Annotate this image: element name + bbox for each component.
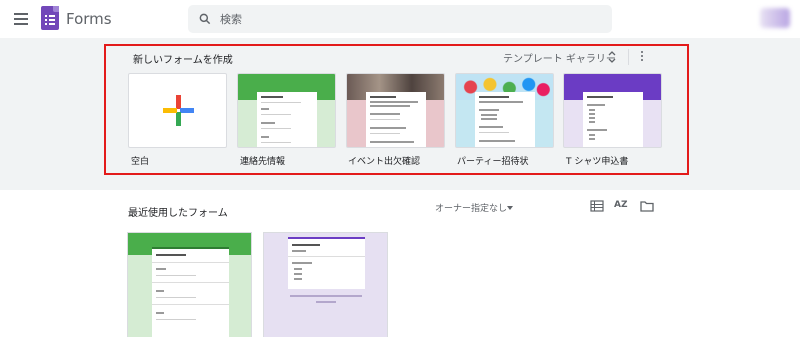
recent-form-card[interactable] xyxy=(127,232,252,337)
recent-forms-title: 最近使用したフォーム xyxy=(128,208,228,219)
search-box[interactable] xyxy=(188,5,612,33)
forms-logo-icon[interactable] xyxy=(41,6,59,30)
search-input[interactable] xyxy=(220,10,580,28)
app-title[interactable]: Forms xyxy=(66,10,112,28)
dropdown-caret-icon[interactable] xyxy=(507,206,513,210)
list-view-icon[interactable] xyxy=(590,200,604,212)
template-label-contact-info[interactable]: 連絡先情報 xyxy=(240,154,285,167)
template-label-event-rsvp[interactable]: イベント出欠確認 xyxy=(348,154,420,167)
folder-icon[interactable] xyxy=(640,200,654,212)
template-label-tshirt-signup[interactable]: T シャツ申込書 xyxy=(566,154,628,167)
account-avatar[interactable] xyxy=(760,8,790,28)
owner-filter-dropdown[interactable]: オーナー指定なし xyxy=(435,201,507,214)
template-gallery-button[interactable]: テンプレート ギャラリー xyxy=(503,50,616,65)
template-event-rsvp[interactable] xyxy=(346,73,445,148)
template-label-blank[interactable]: 空白 xyxy=(131,154,149,167)
search-icon[interactable] xyxy=(198,12,212,26)
unfold-more-icon[interactable] xyxy=(608,51,616,63)
top-app-bar: Forms xyxy=(0,0,800,38)
template-label-party-invite[interactable]: パーティー招待状 xyxy=(457,154,528,167)
template-party-invite[interactable] xyxy=(455,73,554,148)
divider xyxy=(628,49,629,65)
hamburger-menu-icon[interactable] xyxy=(14,13,28,25)
template-contact-info[interactable] xyxy=(237,73,336,148)
plus-icon xyxy=(163,95,194,126)
template-tshirt-signup[interactable] xyxy=(563,73,662,148)
more-vert-icon[interactable] xyxy=(639,51,645,63)
new-form-section-title: 新しいフォームを作成 xyxy=(133,55,233,66)
recent-form-card[interactable] xyxy=(263,232,388,337)
template-blank[interactable] xyxy=(128,73,227,148)
sort-az-icon[interactable]: AZ xyxy=(614,200,628,212)
